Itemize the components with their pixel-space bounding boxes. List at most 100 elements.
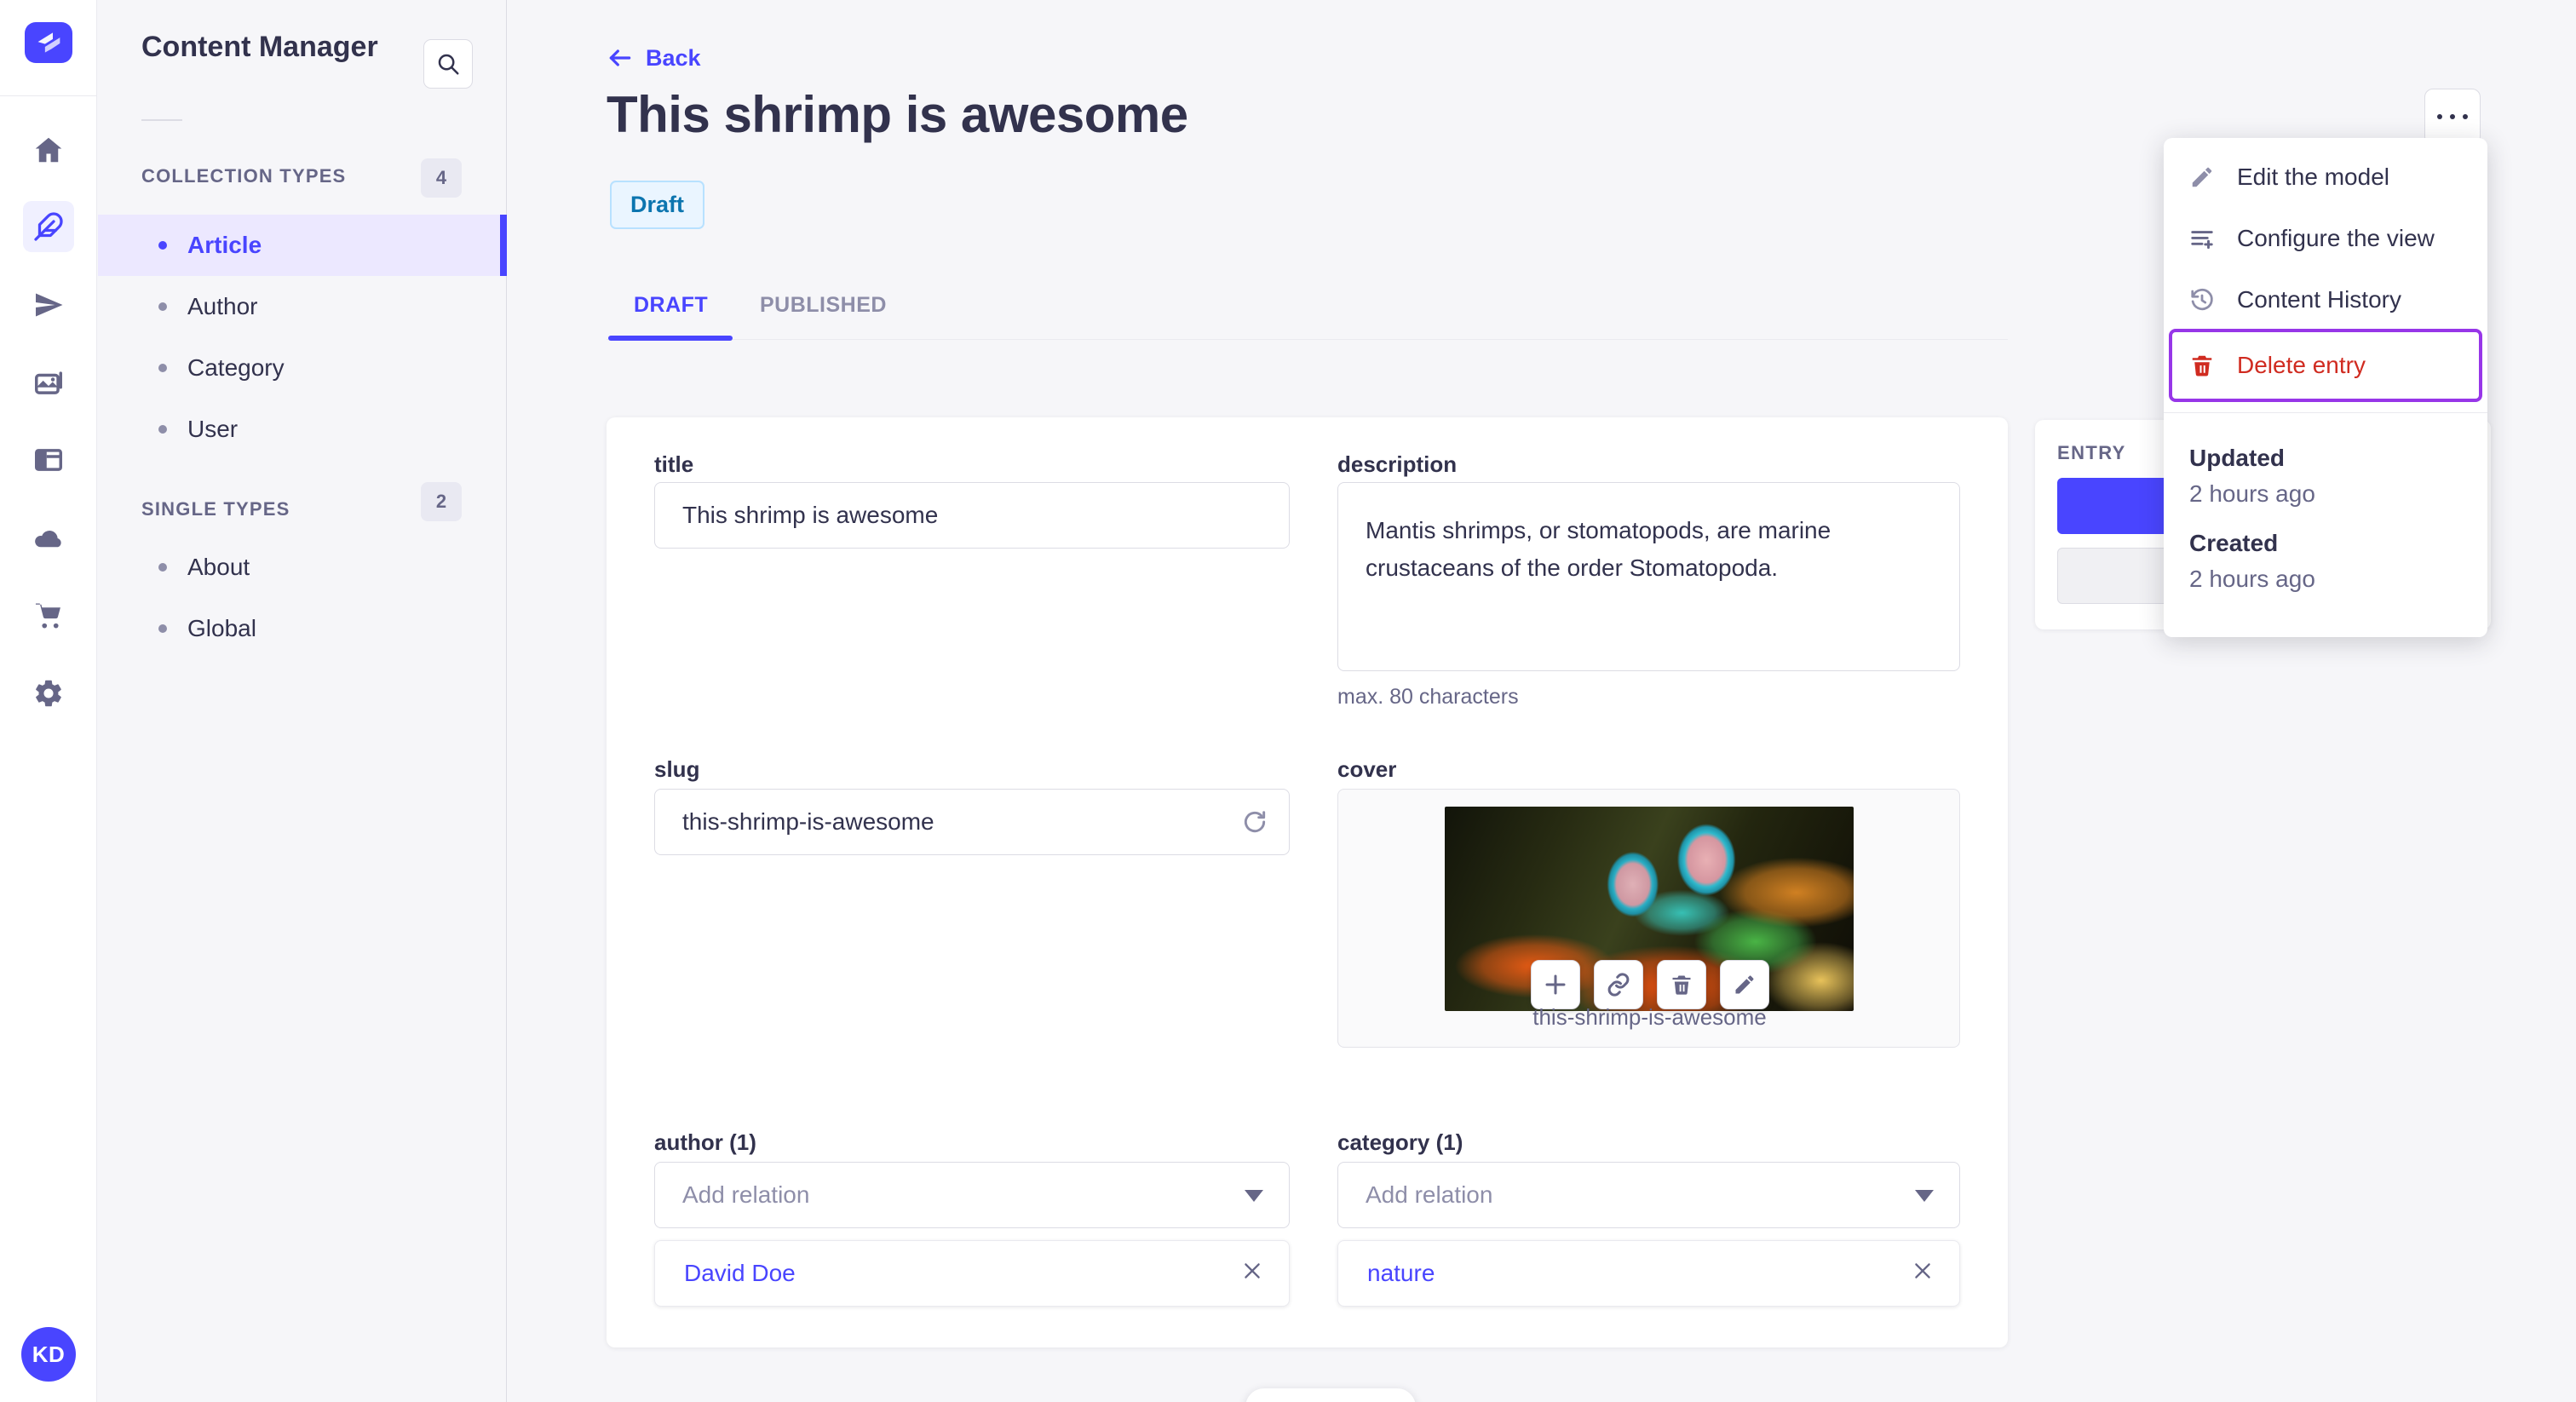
sidebar-item-category[interactable]: Category — [98, 337, 507, 399]
sidebar-item-label: Article — [187, 232, 262, 258]
author-relation-item: David Doe — [654, 1240, 1290, 1307]
category-relation-combobox[interactable]: Add relation — [1337, 1162, 1960, 1228]
tab-published[interactable]: PUBLISHED — [760, 293, 887, 318]
description-field-label: description — [1337, 451, 1458, 477]
strapi-logo[interactable] — [25, 22, 72, 63]
sidebar-item-about[interactable]: About — [98, 537, 507, 598]
chevron-down-icon — [1245, 1190, 1263, 1202]
nav-rail: KD — [0, 0, 97, 1402]
sidebar-item-author[interactable]: Author — [98, 276, 507, 337]
description-textarea[interactable]: Mantis shrimps, or stomatopods, are mari… — [1337, 482, 1960, 671]
trash-icon — [1672, 975, 1691, 995]
sidebar-item-user[interactable]: User — [98, 399, 507, 460]
category-relation-item: nature — [1337, 1240, 1960, 1307]
cover-actions — [1531, 960, 1769, 1009]
menu-item-content-history[interactable]: Content History — [2171, 269, 2481, 330]
title-input[interactable]: This shrimp is awesome — [654, 482, 1290, 549]
sidebar-item-content-type-builder[interactable] — [23, 434, 74, 486]
strapi-logo-icon — [37, 32, 60, 53]
edit-asset-button[interactable] — [1720, 960, 1769, 1009]
menu-item-delete-entry[interactable]: Delete entry — [2169, 329, 2482, 402]
sidebar-item-marketplace[interactable] — [23, 589, 74, 641]
search-button[interactable] — [423, 39, 473, 89]
sidebar-title: Content Manager — [141, 31, 378, 63]
add-asset-button[interactable] — [1531, 960, 1580, 1009]
regenerate-slug-button[interactable] — [1241, 808, 1268, 842]
single-types-count-badge: 2 — [421, 482, 462, 521]
sidebar-item-global[interactable]: Global — [98, 598, 507, 659]
chevron-down-icon — [1915, 1190, 1934, 1202]
tab-draft[interactable]: DRAFT — [634, 293, 708, 318]
bullet-icon — [158, 624, 167, 633]
description-value: Mantis shrimps, or stomatopods, are mari… — [1366, 517, 1831, 581]
rail-divider — [0, 95, 97, 96]
more-actions-button[interactable] — [2424, 89, 2481, 145]
sidebar-item-label: About — [187, 554, 250, 580]
slug-input-value: this-shrimp-is-awesome — [682, 808, 934, 835]
trash-icon — [2192, 355, 2212, 376]
close-icon — [1915, 1262, 1930, 1278]
remove-author-button[interactable] — [1241, 1260, 1263, 1288]
bullet-icon — [158, 241, 167, 250]
sidebar-item-article[interactable]: Article — [98, 215, 507, 276]
sidebar-item-releases[interactable] — [23, 279, 74, 330]
more-actions-menu: Edit the model Configure the view Conten… — [2164, 138, 2487, 637]
title-field-label: title — [654, 451, 694, 477]
menu-item-label: Configure the view — [2237, 225, 2435, 251]
menu-item-configure-view[interactable]: Configure the view — [2171, 208, 2481, 269]
updated-value: 2 hours ago — [2189, 480, 2315, 507]
back-link[interactable]: Back — [607, 44, 701, 72]
author-field-label: author (1) — [654, 1129, 756, 1155]
search-icon — [438, 54, 459, 75]
slug-input[interactable]: this-shrimp-is-awesome — [654, 789, 1290, 855]
section-collection-types: COLLECTION TYPES — [141, 165, 347, 187]
page-title: This shrimp is awesome — [607, 86, 1188, 143]
media-library-icon — [35, 371, 62, 394]
cart-icon — [35, 603, 60, 629]
category-field-label: category (1) — [1337, 1129, 1463, 1155]
title-input-value: This shrimp is awesome — [682, 502, 939, 528]
updated-label: Updated — [2189, 445, 2285, 471]
bottom-floating-bar[interactable] — [1245, 1388, 1416, 1402]
author-relation-placeholder: Add relation — [682, 1181, 810, 1208]
gear-icon — [36, 680, 61, 707]
created-label: Created — [2189, 530, 2279, 556]
feather-icon — [34, 212, 63, 241]
cloud-icon — [35, 531, 61, 548]
cover-filename: this-shrimp-is-awesome — [1532, 1004, 1767, 1030]
category-relation-placeholder: Add relation — [1366, 1181, 1493, 1208]
cover-field: this-shrimp-is-awesome — [1337, 789, 1960, 1048]
menu-item-label: Delete entry — [2237, 352, 2366, 378]
bullet-icon — [158, 364, 167, 372]
pencil-icon — [1735, 975, 1754, 994]
sidebar-item-cloud[interactable] — [23, 513, 74, 564]
description-hint: max. 80 characters — [1337, 685, 1519, 709]
pencil-icon — [2192, 167, 2212, 187]
plus-icon — [1545, 974, 1566, 995]
entry-panel-title: ENTRY — [2057, 442, 2126, 463]
created-value: 2 hours ago — [2189, 566, 2315, 592]
sidebar-item-settings[interactable] — [23, 668, 74, 719]
menu-item-edit-model[interactable]: Edit the model — [2171, 147, 2481, 208]
sidebar-item-home[interactable] — [23, 124, 74, 175]
refresh-icon — [1244, 811, 1266, 833]
link-icon — [1607, 973, 1630, 997]
author-relation-link[interactable]: David Doe — [684, 1260, 796, 1287]
remove-category-button[interactable] — [1912, 1260, 1934, 1288]
delete-asset-button[interactable] — [1657, 960, 1706, 1009]
bullet-icon — [158, 425, 167, 434]
sidebar-item-content-manager[interactable] — [23, 201, 74, 252]
menu-item-label: Edit the model — [2237, 164, 2389, 190]
home-icon — [35, 137, 62, 163]
ellipsis-icon — [2437, 114, 2468, 119]
author-relation-combobox[interactable]: Add relation — [654, 1162, 1290, 1228]
strapi-admin: KD Content Manager COLLECTION TYPES 4 Ar… — [0, 0, 2576, 1402]
sidebar-item-label: Category — [187, 354, 285, 381]
status-badge: Draft — [610, 181, 705, 229]
copy-link-button[interactable] — [1594, 960, 1643, 1009]
avatar[interactable]: KD — [21, 1327, 76, 1382]
sidebar-item-media-library[interactable] — [23, 358, 74, 409]
tabs-divider — [607, 339, 2008, 340]
category-relation-link[interactable]: nature — [1367, 1260, 1435, 1287]
sidebar-divider — [141, 119, 182, 121]
